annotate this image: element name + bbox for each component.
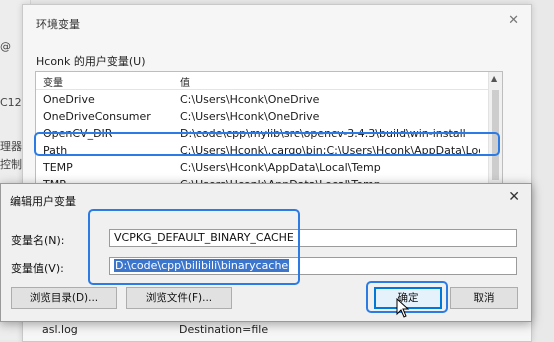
variable-name: OneDrive bbox=[43, 93, 95, 106]
variable-value-label: 变量值(V): bbox=[11, 262, 64, 275]
close-icon[interactable]: ✕ bbox=[508, 189, 520, 205]
path-row-highlight bbox=[34, 132, 500, 156]
browse-file-button[interactable]: 浏览文件(F)... bbox=[126, 287, 232, 309]
list-item-name[interactable]: asl.log bbox=[42, 323, 78, 336]
variable-value: C:\Users\Hconk\OneDrive bbox=[180, 93, 320, 106]
chevron-up-icon[interactable]: ▲ bbox=[491, 74, 497, 83]
table-row[interactable]: OneDriveConsumer C:\Users\Hconk\OneDrive bbox=[36, 109, 488, 125]
edit-dialog-title: 编辑用户变量 bbox=[10, 195, 76, 208]
variable-name: TEMP bbox=[43, 161, 73, 174]
mouse-cursor-icon bbox=[396, 298, 410, 318]
background-fragment-1: @ bbox=[0, 40, 11, 53]
table-row[interactable]: OneDrive C:\Users\Hconk\OneDrive bbox=[36, 92, 488, 108]
table-row[interactable]: TEMP C:\Users\Hconk\AppData\Local\Temp bbox=[36, 160, 488, 176]
close-icon[interactable]: ✕ bbox=[508, 13, 519, 28]
table-header: 变量 值 bbox=[36, 72, 488, 90]
cancel-button[interactable]: 取消 bbox=[450, 287, 518, 309]
list-item-value: Destination=file bbox=[179, 323, 269, 336]
user-variables-label: Hconk 的用户变量(U) bbox=[36, 55, 146, 68]
variable-name-label: 变量名(N): bbox=[11, 234, 65, 247]
background-fragment-4: 控制 bbox=[0, 158, 22, 171]
column-header-variable[interactable]: 变量 bbox=[43, 74, 63, 89]
variable-value: C:\Users\Hconk\AppData\Local\Temp bbox=[180, 161, 381, 174]
variable-value: C:\Users\Hconk\OneDrive bbox=[180, 110, 320, 123]
env-dialog-title: 环境变量 bbox=[36, 18, 80, 31]
browse-directory-button[interactable]: 浏览目录(D)... bbox=[11, 287, 117, 309]
column-header-value[interactable]: 值 bbox=[180, 74, 190, 89]
fields-highlight bbox=[88, 209, 300, 285]
background-fragment-2: C12 bbox=[0, 96, 22, 109]
variable-name: OneDriveConsumer bbox=[43, 110, 151, 123]
background-fragment-3: 理器 bbox=[0, 140, 22, 153]
